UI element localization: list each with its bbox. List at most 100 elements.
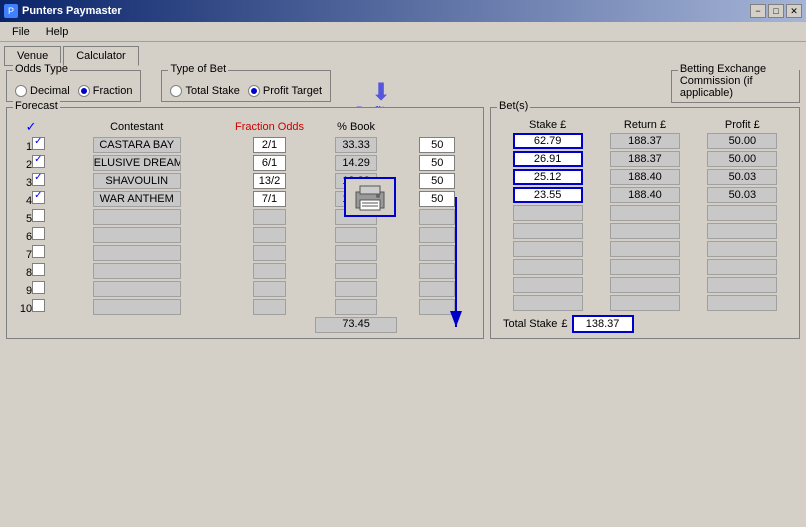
top-controls: Odds Type Decimal Fraction Type of Bet T… <box>6 70 800 103</box>
profit-output-input <box>707 151 777 167</box>
forecast-row: 5 <box>15 208 475 226</box>
return-input <box>610 169 680 185</box>
stake-input[interactable] <box>513 205 583 221</box>
odds-input[interactable] <box>253 173 286 189</box>
row-checkbox[interactable] <box>32 173 45 186</box>
stake-input[interactable] <box>513 241 583 257</box>
contestant-input[interactable] <box>93 245 181 261</box>
contestant-input[interactable] <box>93 209 181 225</box>
maximize-button[interactable]: □ <box>768 4 784 18</box>
row-checkbox[interactable] <box>32 191 45 204</box>
contestant-input[interactable] <box>93 155 181 171</box>
odds-type-group: Odds Type Decimal Fraction <box>6 70 141 102</box>
stake-input[interactable] <box>513 295 583 311</box>
row-checkbox[interactable] <box>32 263 45 276</box>
contestant-input[interactable] <box>93 263 181 279</box>
return-input <box>610 187 680 203</box>
row-number: 4 <box>15 190 47 208</box>
profit-target-radio[interactable]: Profit Target <box>248 85 322 97</box>
profit-input[interactable] <box>419 155 455 171</box>
contestant-input[interactable] <box>93 227 181 243</box>
stake-input[interactable] <box>513 223 583 239</box>
odds-input[interactable] <box>253 137 286 153</box>
row-checkbox[interactable] <box>32 245 45 258</box>
row-checkbox[interactable] <box>32 137 45 150</box>
stake-input[interactable] <box>513 169 583 185</box>
help-menu[interactable]: Help <box>38 24 77 40</box>
contestant-input[interactable] <box>93 191 181 207</box>
row-checkbox[interactable] <box>32 155 45 168</box>
total-book-label <box>15 316 313 334</box>
bets-row <box>499 222 791 240</box>
stake-input[interactable] <box>513 151 583 167</box>
profit-output-input <box>707 205 777 221</box>
book-input <box>335 263 377 279</box>
odds-input[interactable] <box>253 209 286 225</box>
tab-calculator[interactable]: Calculator <box>63 46 139 66</box>
main-content: Odds Type Decimal Fraction Type of Bet T… <box>0 66 806 343</box>
commission-group: Betting Exchange Commission (if applicab… <box>671 70 800 103</box>
row-number: 10 <box>15 298 47 316</box>
profit-input[interactable] <box>419 227 455 243</box>
odds-input[interactable] <box>253 191 286 207</box>
return-input <box>610 205 680 221</box>
window-title: Punters Paymaster <box>22 5 122 17</box>
row-checkbox[interactable] <box>32 281 45 294</box>
stake-input[interactable] <box>513 187 583 203</box>
odds-input[interactable] <box>253 155 286 171</box>
profit-output-input <box>707 169 777 185</box>
profit-input[interactable] <box>419 263 455 279</box>
profit-output-input <box>707 223 777 239</box>
file-menu[interactable]: File <box>4 24 38 40</box>
odds-input[interactable] <box>253 227 286 243</box>
stake-input[interactable] <box>513 277 583 293</box>
profit-input[interactable] <box>419 137 455 153</box>
odds-input[interactable] <box>253 299 286 315</box>
forecast-table: ✓ Contestant Fraction Odds % Book 123456… <box>15 118 475 334</box>
contestant-col-header: Contestant <box>47 118 226 136</box>
profit-input[interactable] <box>419 191 455 207</box>
profit-input[interactable] <box>419 173 455 189</box>
row-checkbox[interactable] <box>32 209 45 222</box>
book-input <box>335 281 377 297</box>
commission-label: Betting Exchange Commission (if applicab… <box>678 63 799 99</box>
printer-icon[interactable] <box>344 177 396 217</box>
profit-input[interactable] <box>419 245 455 261</box>
decimal-radio-btn[interactable] <box>15 85 27 97</box>
return-input <box>610 295 680 311</box>
profit-arrow-icon: ⬇ <box>371 78 391 107</box>
return-input <box>610 151 680 167</box>
row-checkbox[interactable] <box>32 299 45 312</box>
book-input <box>335 137 377 153</box>
profit-input[interactable] <box>419 209 455 225</box>
forecast-row: 10 <box>15 298 475 316</box>
bet-type-label: Type of Bet <box>168 63 228 75</box>
stake-input[interactable] <box>513 259 583 275</box>
row-checkbox[interactable] <box>32 227 45 240</box>
bets-row <box>499 150 791 168</box>
odds-input[interactable] <box>253 245 286 261</box>
contestant-input[interactable] <box>93 173 181 189</box>
profit-input[interactable] <box>419 299 455 315</box>
profit-target-radio-btn[interactable] <box>248 85 260 97</box>
row-number: 5 <box>15 208 47 226</box>
total-stake-radio-btn[interactable] <box>170 85 182 97</box>
total-stake-radio[interactable]: Total Stake <box>170 85 239 97</box>
stake-input[interactable] <box>513 133 583 149</box>
fraction-radio-btn[interactable] <box>78 85 90 97</box>
profit-col-header: Profit £ <box>694 118 791 132</box>
profit-input[interactable] <box>419 281 455 297</box>
odds-input[interactable] <box>253 263 286 279</box>
bets-row <box>499 186 791 204</box>
contestant-input[interactable] <box>93 281 181 297</box>
bets-row <box>499 276 791 294</box>
close-button[interactable]: ✕ <box>786 4 802 18</box>
minimize-button[interactable]: − <box>750 4 766 18</box>
fraction-radio[interactable]: Fraction <box>78 85 133 97</box>
odds-input[interactable] <box>253 281 286 297</box>
contestant-input[interactable] <box>93 137 181 153</box>
total-stake-input[interactable] <box>572 315 634 333</box>
contestant-input[interactable] <box>93 299 181 315</box>
book-col-header: % Book <box>313 118 400 136</box>
decimal-radio[interactable]: Decimal <box>15 85 70 97</box>
